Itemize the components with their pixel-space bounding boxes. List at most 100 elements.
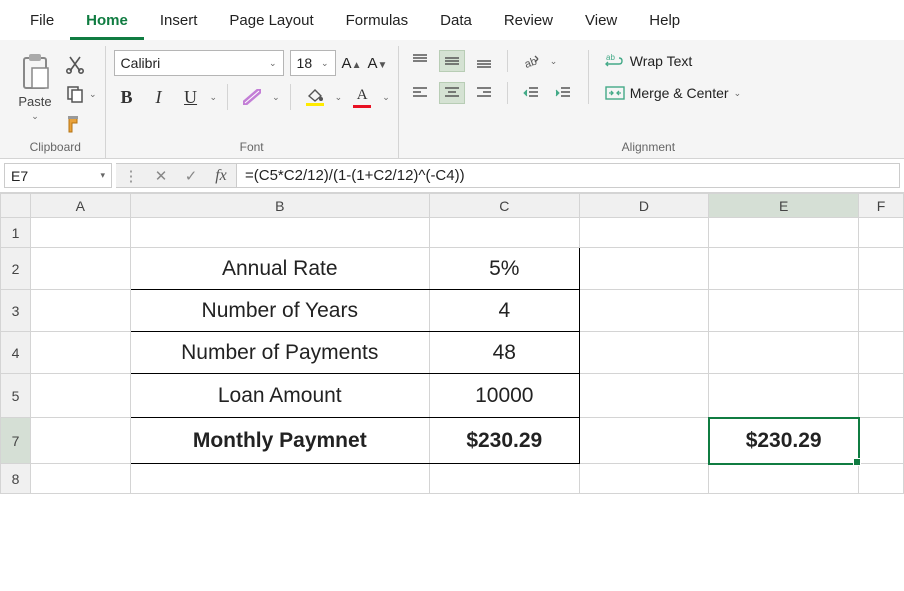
row-header-1[interactable]: 1 — [1, 218, 31, 248]
cell-B7[interactable]: Monthly Paymnet — [130, 418, 429, 464]
cell-B5[interactable]: Loan Amount — [130, 374, 429, 418]
align-middle-button[interactable] — [439, 50, 465, 72]
cell-E1[interactable] — [709, 218, 859, 248]
col-header-A[interactable]: A — [30, 194, 130, 218]
copy-button[interactable] — [62, 82, 88, 106]
cell-D4[interactable] — [579, 332, 709, 374]
cell-B3[interactable]: Number of Years — [130, 290, 429, 332]
cell-D3[interactable] — [579, 290, 709, 332]
merge-center-button[interactable]: Merge & Center ⌄ — [601, 82, 745, 104]
row-header-4[interactable]: 4 — [1, 332, 31, 374]
menu-formulas[interactable]: Formulas — [330, 6, 425, 40]
row-header-5[interactable]: 5 — [1, 374, 31, 418]
cell-F4[interactable] — [859, 332, 904, 374]
menu-help[interactable]: Help — [633, 6, 696, 40]
cell-E4[interactable] — [709, 332, 859, 374]
align-left-button[interactable] — [407, 82, 433, 104]
menu-page-layout[interactable]: Page Layout — [213, 6, 329, 40]
wrap-text-button[interactable]: ab Wrap Text — [601, 50, 745, 72]
cell-D8[interactable] — [579, 464, 709, 494]
insert-function-button[interactable]: fx — [206, 167, 236, 185]
cell-A4[interactable] — [30, 332, 130, 374]
cell-B4[interactable]: Number of Payments — [130, 332, 429, 374]
cell-A5[interactable] — [30, 374, 130, 418]
cell-F7[interactable] — [859, 418, 904, 464]
cell-F5[interactable] — [859, 374, 904, 418]
cell-F8[interactable] — [859, 464, 904, 494]
col-header-E[interactable]: E — [709, 194, 859, 218]
row-header-3[interactable]: 3 — [1, 290, 31, 332]
cancel-formula-button[interactable]: ✕ — [146, 167, 176, 185]
cell-C5[interactable]: 10000 — [429, 374, 579, 418]
formula-bar-row: E7 ▾ ⋮ ✕ ✓ fx =(C5*C2/12)/(1-(1+C2/12)^(… — [0, 159, 904, 193]
cell-A3[interactable] — [30, 290, 130, 332]
formula-input[interactable]: =(C5*C2/12)/(1-(1+C2/12)^(-C4)) — [237, 163, 900, 188]
copy-caret-icon: ⌄ — [89, 89, 97, 100]
cell-A8[interactable] — [30, 464, 130, 494]
cell-E3[interactable] — [709, 290, 859, 332]
cell-D1[interactable] — [579, 218, 709, 248]
bold-button[interactable]: B — [114, 84, 140, 110]
cell-D5[interactable] — [579, 374, 709, 418]
formula-options-button[interactable]: ⋮ — [116, 167, 146, 185]
cell-A1[interactable] — [30, 218, 130, 248]
fill-color-button[interactable] — [301, 88, 329, 106]
row-header-7[interactable]: 7 — [1, 418, 31, 464]
row-header-2[interactable]: 2 — [1, 248, 31, 290]
cell-C4[interactable]: 48 — [429, 332, 579, 374]
align-top-button[interactable] — [407, 50, 433, 72]
cell-C2[interactable]: 5% — [429, 248, 579, 290]
cell-F3[interactable] — [859, 290, 904, 332]
menu-data[interactable]: Data — [424, 6, 488, 40]
cell-E8[interactable] — [709, 464, 859, 494]
underline-button[interactable]: U — [178, 84, 204, 110]
cell-B1[interactable] — [130, 218, 429, 248]
cell-B2[interactable]: Annual Rate — [130, 248, 429, 290]
font-color-button[interactable]: A — [348, 87, 376, 108]
cell-A7[interactable] — [30, 418, 130, 464]
italic-button[interactable]: I — [146, 84, 172, 110]
cell-E7[interactable]: $230.29 — [709, 418, 859, 464]
decrease-font-button[interactable]: A▼ — [367, 55, 387, 72]
align-bottom-button[interactable] — [471, 50, 497, 72]
select-all-corner[interactable] — [1, 194, 31, 218]
menu-home[interactable]: Home — [70, 6, 144, 40]
row-header-8[interactable]: 8 — [1, 464, 31, 494]
cell-D2[interactable] — [579, 248, 709, 290]
menu-view[interactable]: View — [569, 6, 633, 40]
increase-indent-button[interactable] — [550, 82, 576, 104]
font-size-select[interactable]: 18 ⌄ — [290, 50, 336, 76]
cell-B8[interactable] — [130, 464, 429, 494]
cell-C3[interactable]: 4 — [429, 290, 579, 332]
menu-review[interactable]: Review — [488, 6, 569, 40]
format-painter-button[interactable] — [62, 112, 88, 136]
align-center-button[interactable] — [439, 82, 465, 104]
decrease-indent-button[interactable] — [518, 82, 544, 104]
orientation-button[interactable]: ab — [518, 50, 544, 72]
col-header-B[interactable]: B — [130, 194, 429, 218]
align-right-icon — [475, 85, 493, 101]
cell-A2[interactable] — [30, 248, 130, 290]
menu-file[interactable]: File — [14, 6, 70, 40]
cell-E2[interactable] — [709, 248, 859, 290]
col-header-F[interactable]: F — [859, 194, 904, 218]
cell-E5[interactable] — [709, 374, 859, 418]
cell-C7[interactable]: $230.29 — [429, 418, 579, 464]
paste-button[interactable]: Paste ⌄ — [14, 50, 56, 124]
cut-button[interactable] — [62, 52, 88, 76]
name-box[interactable]: E7 ▾ — [4, 163, 112, 188]
enter-formula-button[interactable]: ✓ — [176, 167, 206, 185]
cell-F2[interactable] — [859, 248, 904, 290]
menu-insert[interactable]: Insert — [144, 6, 214, 40]
cell-C1[interactable] — [429, 218, 579, 248]
col-header-D[interactable]: D — [579, 194, 709, 218]
col-header-C[interactable]: C — [429, 194, 579, 218]
wrap-text-icon: ab — [605, 52, 625, 70]
cell-F1[interactable] — [859, 218, 904, 248]
cell-C8[interactable] — [429, 464, 579, 494]
cell-D7[interactable] — [579, 418, 709, 464]
increase-font-button[interactable]: A▲ — [342, 55, 362, 72]
border-button[interactable] — [238, 89, 266, 105]
font-name-select[interactable]: Calibri ⌄ — [114, 50, 284, 76]
align-right-button[interactable] — [471, 82, 497, 104]
